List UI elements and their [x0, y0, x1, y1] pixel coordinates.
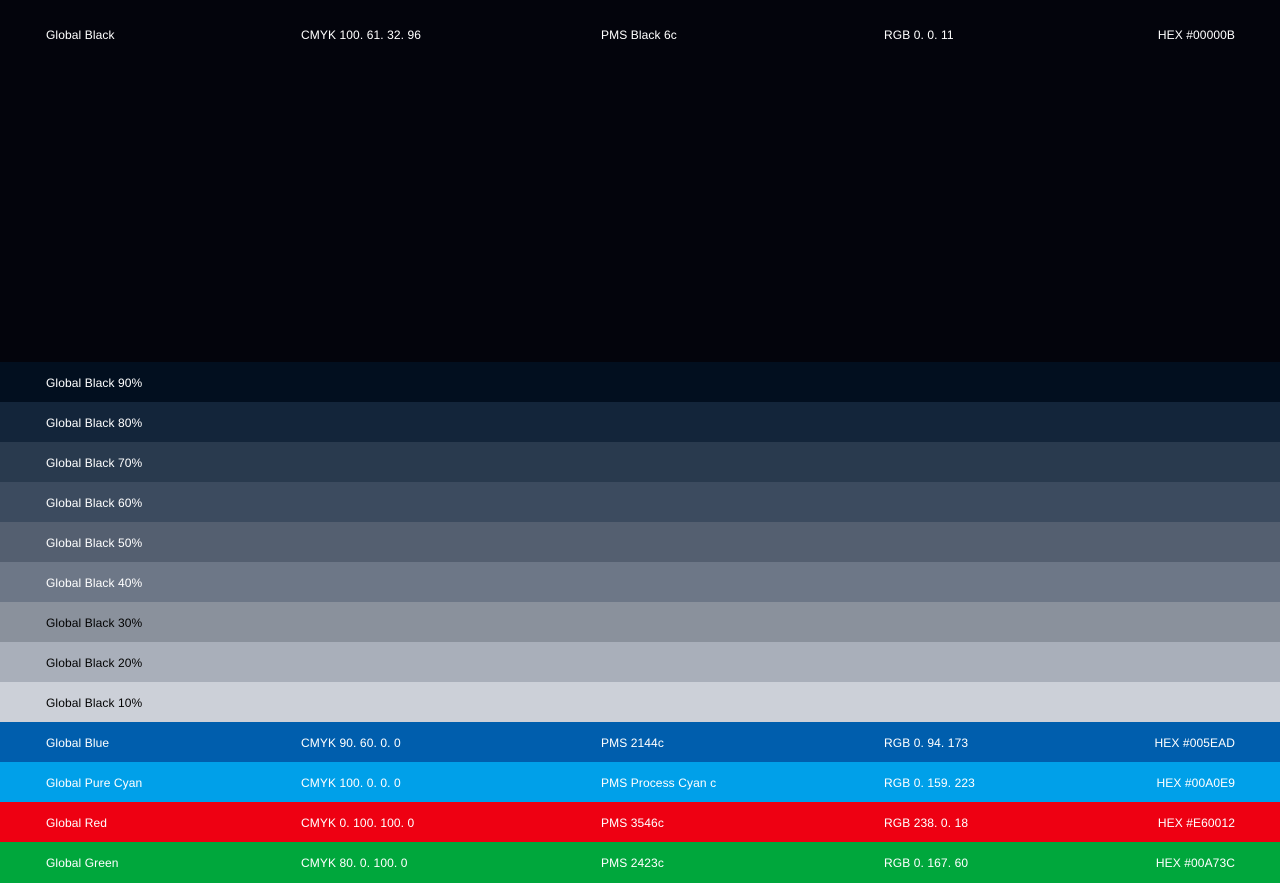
- swatch-name: Global Black 10%: [46, 696, 143, 710]
- swatch-global-black: Global Black CMYK 100. 61. 32. 96 PMS Bl…: [0, 0, 1280, 362]
- swatch-cmyk: CMYK 100. 61. 32. 96: [301, 28, 422, 42]
- swatch-name: Global Black 90%: [46, 376, 143, 390]
- swatch-global-green: Global Green CMYK 80. 0. 100. 0 PMS 2423…: [0, 842, 1280, 883]
- swatch-name: Global Black 20%: [46, 656, 143, 670]
- swatch-cmyk: CMYK 80. 0. 100. 0: [301, 856, 408, 870]
- swatch-global-black-20: Global Black 20%: [0, 642, 1280, 682]
- swatch-rgb: RGB 238. 0. 18: [884, 816, 969, 830]
- swatch-rgb: RGB 0. 94. 173: [884, 736, 969, 750]
- swatch-name: Global Black: [46, 28, 115, 42]
- swatch-cmyk: CMYK 0. 100. 100. 0: [301, 816, 415, 830]
- swatch-hex: HEX #00A73C: [1155, 856, 1235, 870]
- swatch-cmyk: CMYK 100. 0. 0. 0: [301, 776, 401, 790]
- swatch-name: Global Pure Cyan: [46, 776, 143, 790]
- swatch-global-black-70: Global Black 70%: [0, 442, 1280, 482]
- swatch-name: Global Green: [46, 856, 119, 870]
- swatch-hex: HEX #00A0E9: [1156, 776, 1235, 790]
- swatch-pms: PMS 2423c: [601, 856, 664, 870]
- swatch-name: Global Red: [46, 816, 108, 830]
- swatch-global-red: Global Red CMYK 0. 100. 100. 0 PMS 3546c…: [0, 802, 1280, 842]
- swatch-name: Global Black 30%: [46, 616, 143, 630]
- swatch-global-black-40: Global Black 40%: [0, 562, 1280, 602]
- swatch-name: Global Black 80%: [46, 416, 143, 430]
- color-palette: Global Black CMYK 100. 61. 32. 96 PMS Bl…: [0, 0, 1280, 885]
- swatch-rgb: RGB 0. 167. 60: [884, 856, 969, 870]
- swatch-cmyk: CMYK 90. 60. 0. 0: [301, 736, 401, 750]
- swatch-name: Global Black 70%: [46, 456, 143, 470]
- swatch-name: Global Black 60%: [46, 496, 143, 510]
- swatch-hex: HEX #00000B: [1157, 28, 1235, 42]
- swatch-global-black-90: Global Black 90%: [0, 362, 1280, 402]
- swatch-pms: PMS 2144c: [601, 736, 664, 750]
- swatch-global-black-10: Global Black 10%: [0, 682, 1280, 722]
- swatch-pms: PMS Process Cyan c: [601, 776, 717, 790]
- swatch-global-black-60: Global Black 60%: [0, 482, 1280, 522]
- swatch-global-pure-cyan: Global Pure Cyan CMYK 100. 0. 0. 0 PMS P…: [0, 762, 1280, 802]
- swatch-rgb: RGB 0. 159. 223: [884, 776, 975, 790]
- swatch-global-blue: Global Blue CMYK 90. 60. 0. 0 PMS 2144c …: [0, 722, 1280, 762]
- swatch-global-black-80: Global Black 80%: [0, 402, 1280, 442]
- swatch-name: Global Black 40%: [46, 576, 143, 590]
- swatch-hex: HEX #E60012: [1157, 816, 1235, 830]
- swatch-global-black-50: Global Black 50%: [0, 522, 1280, 562]
- swatch-name: Global Black 50%: [46, 536, 143, 550]
- swatch-pms: PMS Black 6c: [601, 28, 677, 42]
- swatch-rgb: RGB 0. 0. 11: [884, 28, 954, 42]
- swatch-name: Global Blue: [46, 736, 110, 750]
- swatch-global-black-30: Global Black 30%: [0, 602, 1280, 642]
- swatch-pms: PMS 3546c: [601, 816, 664, 830]
- swatch-hex: HEX #005EAD: [1154, 736, 1235, 750]
